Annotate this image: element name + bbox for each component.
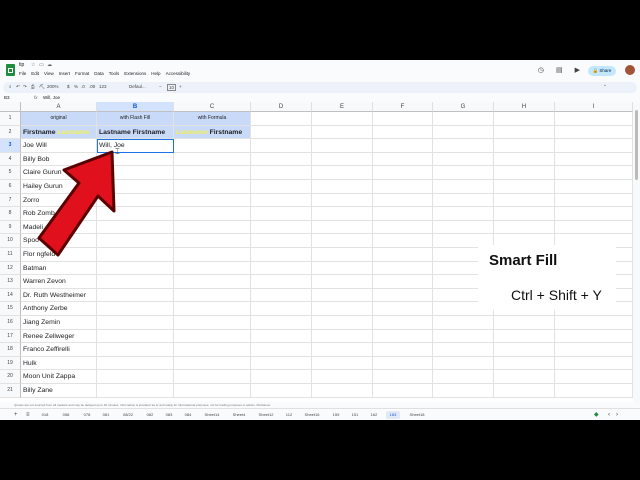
red-arrow-icon: [37, 150, 116, 257]
mouse-cursor-icon: ⌶: [115, 147, 120, 156]
